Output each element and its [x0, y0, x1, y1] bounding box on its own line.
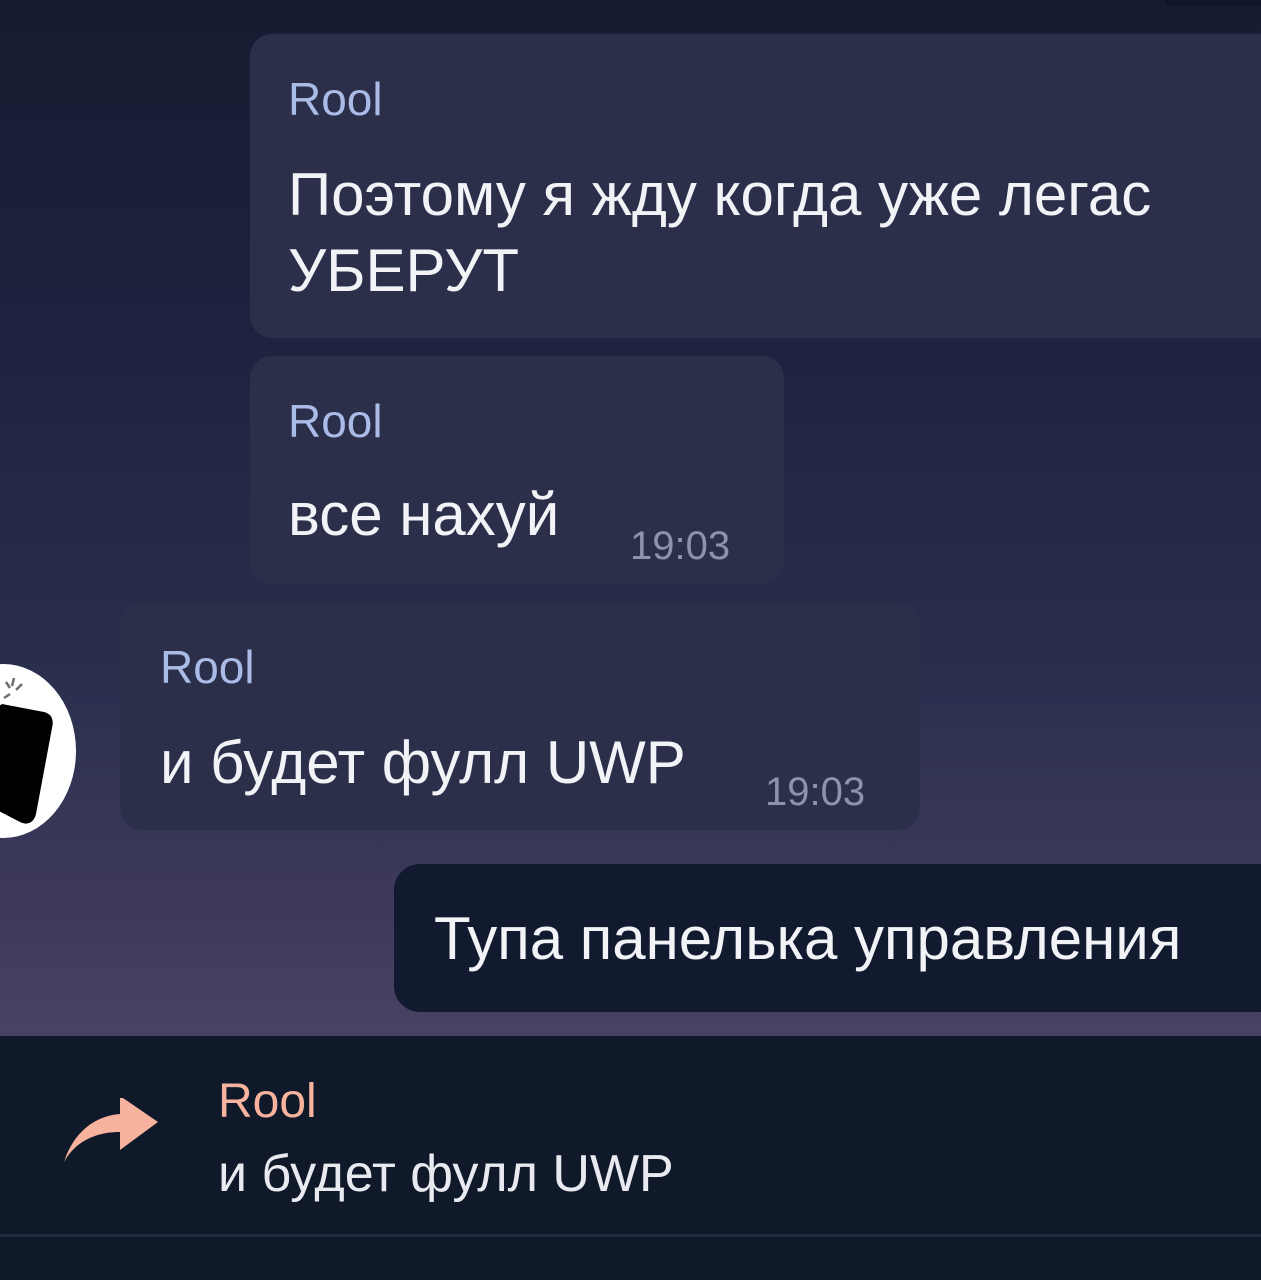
- reply-sender-name: Rool: [218, 1075, 317, 1128]
- outgoing-message-bubble[interactable]: Тупа панелька управления: [394, 864, 1261, 1012]
- message-time: 19:03: [630, 524, 731, 568]
- sender-avatar[interactable]: [0, 664, 76, 838]
- message-sender-name[interactable]: Rool: [288, 396, 383, 446]
- message-text-line: Поэтому я жду когда уже легас: [288, 161, 1152, 228]
- message-sender-name[interactable]: Rool: [160, 642, 255, 692]
- message-time: 19:03: [765, 770, 866, 814]
- message-text: все нахуй: [288, 481, 560, 548]
- divider: [0, 1234, 1261, 1237]
- message-sender-name[interactable]: Rool: [288, 74, 383, 124]
- reply-arrow-icon[interactable]: [58, 1098, 162, 1170]
- previous-message-edge: [1165, 0, 1261, 6]
- avatar-image: [0, 677, 53, 824]
- message-bubble[interactable]: Rool все нахуй 19:03: [250, 356, 784, 584]
- message-bubble[interactable]: Rool и будет фулл UWP 19:03: [120, 602, 920, 830]
- message-text-line: УБЕРУТ: [288, 237, 519, 304]
- message-bubble[interactable]: Rool Поэтому я жду когда уже легас УБЕРУ…: [250, 34, 1261, 338]
- message-text: и будет фулл UWP: [160, 729, 686, 796]
- chat-message-list[interactable]: Rool Поэтому я жду когда уже легас УБЕРУ…: [0, 0, 1261, 1036]
- reply-quoted-text: и будет фулл UWP: [218, 1145, 674, 1203]
- outgoing-message-text: Тупа панелька управления: [434, 905, 1182, 972]
